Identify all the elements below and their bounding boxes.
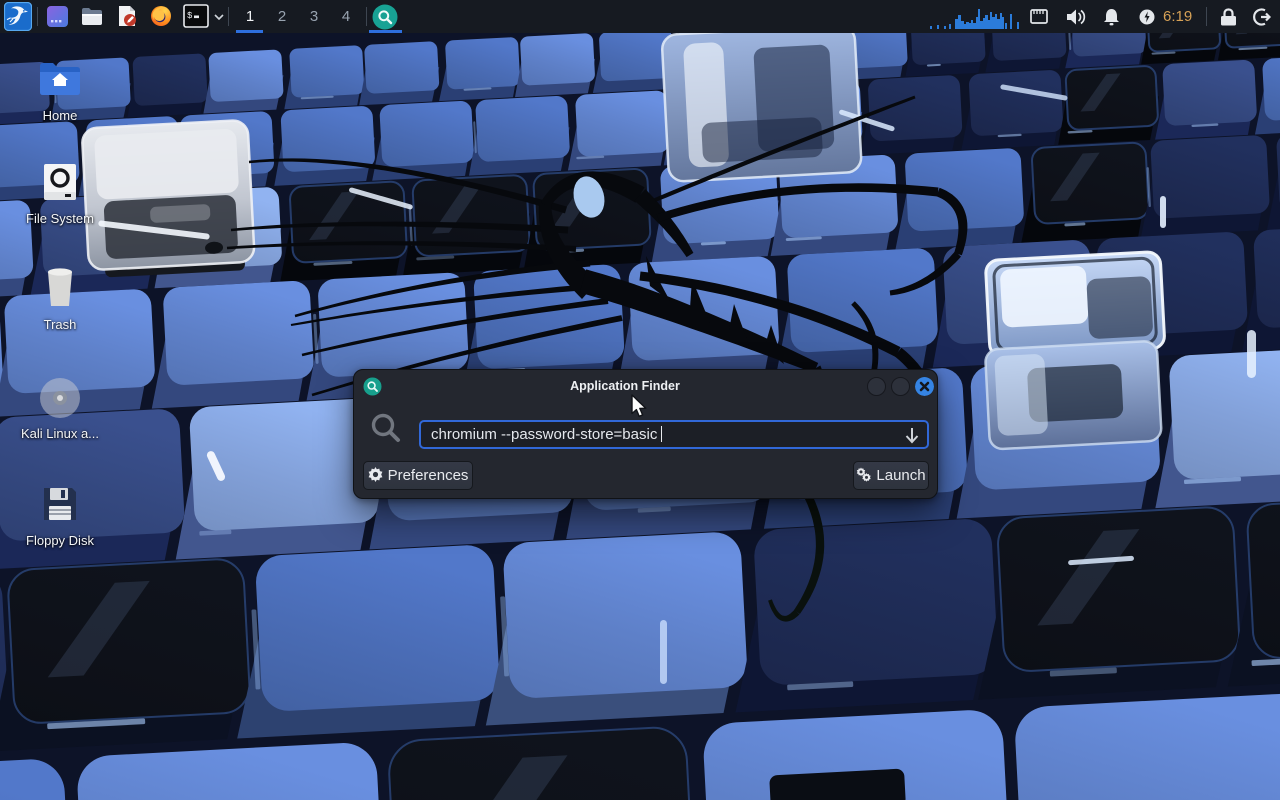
svg-text:$: $ — [187, 11, 193, 21]
